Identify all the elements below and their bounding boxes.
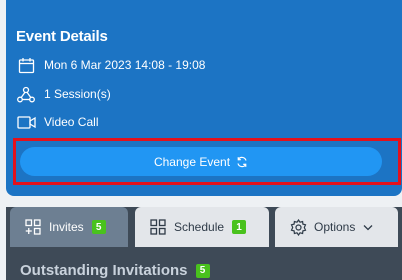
event-type-row: Video Call bbox=[16, 113, 98, 131]
card-title: Event Details bbox=[16, 28, 108, 45]
chevron-down-icon bbox=[363, 224, 373, 231]
grid-plus-icon bbox=[24, 218, 42, 236]
tab-options-label: Options bbox=[314, 220, 356, 234]
grid-icon bbox=[149, 218, 167, 236]
change-event-label: Change Event bbox=[153, 154, 231, 169]
event-details-card: Event Details Mon 6 Mar 2023 14:08 - 19:… bbox=[6, 0, 402, 196]
tab-schedule[interactable]: Schedule 1 bbox=[135, 207, 269, 247]
outstanding-count-badge: 5 bbox=[195, 263, 210, 278]
video-camera-icon bbox=[16, 113, 36, 131]
tab-schedule-label: Schedule bbox=[174, 220, 225, 234]
section-title-text: Outstanding Invitations bbox=[20, 262, 188, 279]
sessions-network-icon bbox=[16, 85, 36, 103]
tab-options[interactable]: Options bbox=[275, 207, 398, 247]
event-sessions: 1 Session(s) bbox=[44, 87, 111, 101]
invites-count-badge: 5 bbox=[91, 220, 106, 234]
tab-invites-label: Invites bbox=[49, 220, 84, 234]
refresh-icon bbox=[236, 156, 248, 168]
calendar-icon bbox=[16, 56, 36, 74]
schedule-count-badge: 1 bbox=[232, 220, 247, 234]
tab-invites[interactable]: Invites 5 bbox=[10, 207, 128, 247]
change-event-button[interactable]: Change Event bbox=[20, 147, 382, 176]
event-sessions-row: 1 Session(s) bbox=[16, 85, 111, 103]
event-datetime-row: Mon 6 Mar 2023 14:08 - 19:08 bbox=[16, 56, 205, 74]
gear-icon bbox=[289, 218, 307, 236]
event-datetime: Mon 6 Mar 2023 14:08 - 19:08 bbox=[44, 58, 206, 72]
outstanding-invitations-heading: Outstanding Invitations 5 bbox=[20, 262, 210, 279]
event-type: Video Call bbox=[44, 115, 99, 129]
